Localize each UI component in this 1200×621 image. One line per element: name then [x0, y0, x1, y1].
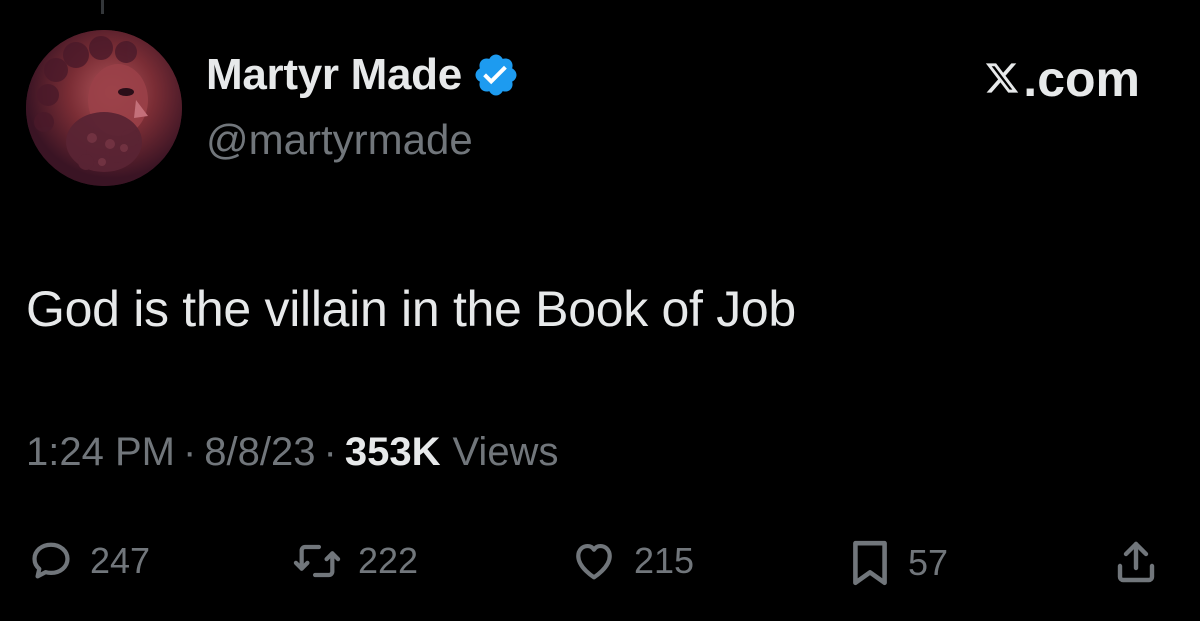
- site-domain-text: .com: [1023, 51, 1140, 107]
- repost-count: 222: [358, 540, 419, 581]
- repost-button[interactable]: 222: [292, 538, 418, 584]
- reply-count: 247: [90, 540, 151, 581]
- share-icon: [1114, 538, 1158, 586]
- reply-button[interactable]: 247: [28, 538, 150, 584]
- tweet-text: God is the villain in the Book of Job: [26, 281, 796, 337]
- like-count: 215: [634, 540, 695, 581]
- avatar-image: [26, 30, 182, 186]
- action-bar: 247 222 215 57: [0, 538, 1200, 594]
- repost-icon: [292, 538, 342, 584]
- reply-icon: [28, 538, 74, 584]
- meta-separator: ·: [182, 430, 197, 474]
- verified-badge-icon: [472, 51, 520, 99]
- views-label: Views: [452, 430, 559, 474]
- site-label: .com: [983, 50, 1140, 108]
- x-logo-icon: [983, 50, 1023, 108]
- author-name-row[interactable]: Martyr Made: [206, 50, 520, 100]
- avatar[interactable]: [26, 30, 182, 186]
- thread-connector-line: [101, 0, 104, 14]
- bookmark-button[interactable]: 57: [848, 538, 948, 588]
- tweet-time[interactable]: 1:24 PM: [26, 430, 175, 475]
- bookmark-count: 57: [908, 542, 949, 583]
- meta-separator: ·: [323, 430, 337, 474]
- bookmark-icon: [848, 538, 892, 588]
- share-button[interactable]: [1114, 538, 1158, 586]
- like-button[interactable]: 215: [570, 538, 694, 584]
- tweet-date[interactable]: 8/8/23: [204, 430, 315, 475]
- views-count: 353K: [344, 430, 441, 474]
- heart-icon: [570, 538, 618, 584]
- author-display-name[interactable]: Martyr Made: [206, 50, 462, 100]
- author-handle[interactable]: @martyrmade: [206, 116, 473, 164]
- tweet-meta: 1:24 PM · 8/8/23 · 353K Views: [26, 430, 558, 475]
